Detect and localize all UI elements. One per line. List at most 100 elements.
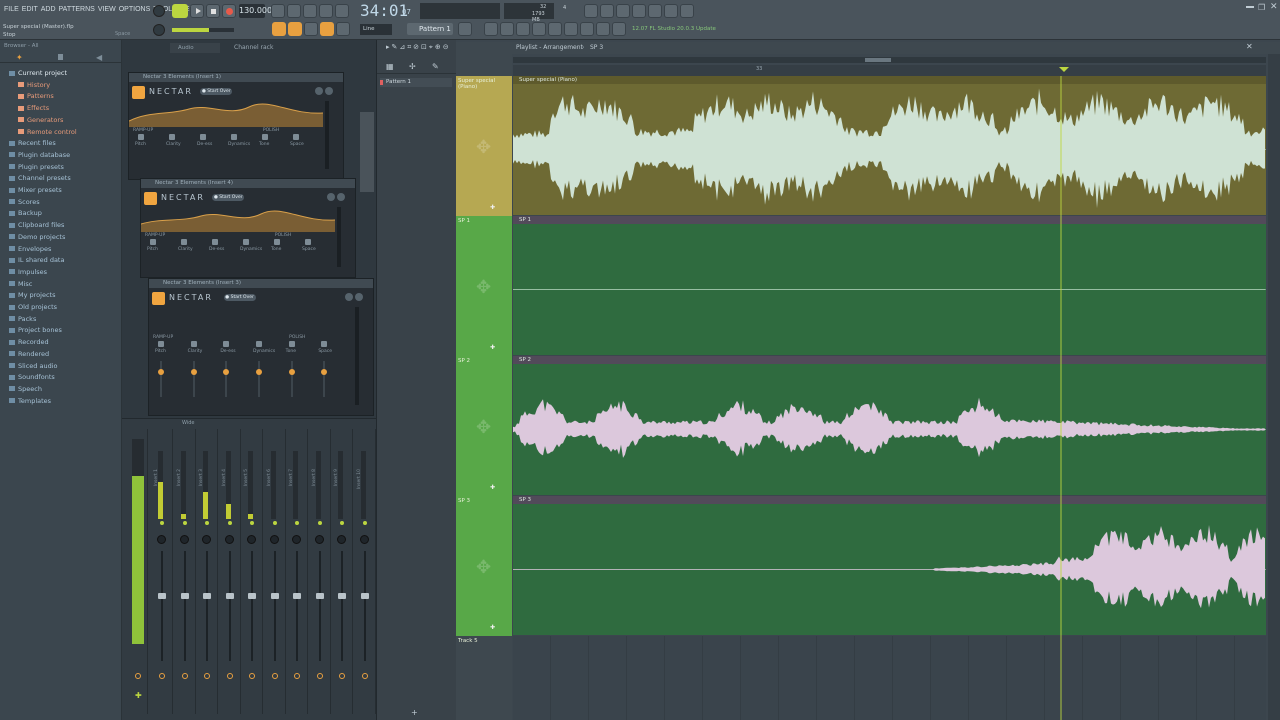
mute-toggle[interactable]	[227, 521, 232, 525]
playlist-close-icon[interactable]: ✕	[1246, 42, 1253, 51]
module-icon[interactable]	[231, 134, 237, 140]
browser-item[interactable]: My projects	[9, 291, 55, 299]
track-header[interactable]: SP 3 ✥ ✚	[456, 496, 512, 636]
mixer-track[interactable]: Insert 9	[332, 429, 353, 714]
pattern-item[interactable]: Pattern 1	[380, 78, 452, 87]
toolbar-button-7[interactable]	[680, 4, 694, 18]
module-slider-thumb[interactable]	[288, 369, 295, 375]
module-slider-thumb[interactable]	[190, 369, 197, 375]
module-icon[interactable]	[169, 134, 175, 140]
volume-fader[interactable]	[293, 593, 301, 599]
volume-fader[interactable]	[315, 593, 324, 599]
audio-clip[interactable]	[513, 504, 1266, 635]
browser-item[interactable]: Recent files	[9, 139, 56, 147]
module-icon[interactable]	[212, 239, 218, 245]
browser-item[interactable]: History	[18, 81, 50, 89]
mute-toggle[interactable]	[295, 521, 299, 525]
browser-item[interactable]: Soundfonts	[9, 373, 55, 381]
plugin-picker-button[interactable]	[548, 22, 562, 36]
plugin-settings-icon[interactable]	[315, 87, 323, 95]
module-icon[interactable]	[150, 239, 156, 245]
start-over-button[interactable]: ● Start Over	[212, 194, 245, 201]
browser-item[interactable]: Current project	[9, 69, 67, 77]
browser-item[interactable]: Channel presets	[9, 174, 71, 182]
module-slider[interactable]	[160, 361, 162, 397]
mute-toggle[interactable]	[362, 521, 367, 525]
pattern-add-icon[interactable]: ✢	[409, 62, 416, 71]
render-button[interactable]	[612, 22, 626, 36]
nectar-plugin-window[interactable]: Nectar 3 Elements (Insert 1) NECTAR ● St…	[128, 72, 344, 180]
module-slider[interactable]	[290, 361, 293, 397]
channel-rack-button[interactable]	[516, 22, 530, 36]
minimize-icon[interactable]	[1246, 6, 1254, 8]
pan-knob[interactable]	[337, 535, 346, 544]
toolbar-button-6[interactable]	[664, 4, 678, 18]
module-slider-thumb[interactable]	[321, 369, 328, 375]
playlist-track[interactable]: Track 5	[456, 636, 1280, 720]
volume-fader[interactable]	[225, 593, 234, 599]
pan-knob[interactable]	[292, 535, 301, 544]
toolbar-button-2[interactable]	[600, 4, 614, 18]
browser-item[interactable]: Recorded	[9, 338, 49, 346]
pattern-plus-icon[interactable]: +	[411, 708, 418, 717]
volume-fader[interactable]	[203, 593, 211, 599]
browser-item[interactable]: Plugin database	[9, 151, 70, 159]
toolbar-button-1[interactable]	[584, 4, 598, 18]
mixer-track[interactable]: Insert 10	[355, 429, 376, 714]
module-icon[interactable]	[256, 341, 262, 347]
mute-toggle[interactable]	[340, 521, 344, 525]
module-icon[interactable]	[288, 341, 295, 347]
send-toggle[interactable]	[294, 673, 300, 679]
timeline-ruler[interactable]: 33	[513, 65, 1266, 76]
mixer-track[interactable]: Insert 2	[175, 429, 196, 714]
mute-toggle[interactable]	[250, 521, 254, 525]
orange-toggle-1[interactable]	[272, 22, 286, 36]
send-toggle[interactable]	[226, 673, 233, 679]
countdown-button[interactable]	[303, 4, 317, 18]
volume-fader[interactable]	[180, 593, 189, 599]
module-slider-thumb[interactable]	[158, 369, 164, 375]
browser-item[interactable]: Misc	[9, 280, 32, 288]
playlist-track[interactable]: Super special (Piano) ✥ ✚ Super special (P…	[456, 76, 1280, 216]
mute-toggle[interactable]	[182, 521, 187, 525]
clip-title[interactable]: SP 2	[513, 356, 1266, 364]
nectar-plugin-window[interactable]: Nectar 3 Elements (Insert 4) NECTAR ● St…	[140, 178, 356, 278]
browser-item[interactable]: Clipboard files	[9, 221, 64, 229]
mixer-track[interactable]: Insert 1	[152, 429, 173, 714]
empty-track-lane[interactable]	[513, 636, 1266, 720]
module-slider[interactable]	[192, 361, 195, 397]
mute-toggle[interactable]	[317, 521, 322, 525]
mixer-track[interactable]: Insert 8	[310, 429, 331, 714]
plugin-help-icon[interactable]	[325, 87, 333, 95]
pan-knob[interactable]	[269, 535, 279, 544]
pan-knob[interactable]	[202, 535, 211, 544]
mute-toggle[interactable]	[272, 521, 277, 525]
browser-item[interactable]: Mixer presets	[9, 186, 62, 194]
pat-song-toggle[interactable]	[172, 4, 188, 18]
browser-item[interactable]: Remote control	[18, 128, 77, 136]
toolbar-button-5[interactable]	[648, 4, 662, 18]
horizontal-scrollbar[interactable]	[513, 57, 1266, 63]
menu-view[interactable]: VIEW	[98, 6, 116, 13]
close-icon[interactable]: ✕	[1270, 2, 1278, 12]
pan-knob[interactable]	[314, 535, 324, 544]
stop-button[interactable]	[206, 4, 220, 18]
menu-patterns[interactable]: PATTERNS	[59, 6, 95, 13]
performance-button[interactable]	[596, 22, 610, 36]
pencil-tool-button[interactable]	[304, 22, 318, 36]
metronome-button[interactable]	[271, 4, 285, 18]
module-icon[interactable]	[158, 341, 164, 347]
browser-item[interactable]: Effects	[18, 104, 49, 112]
pan-knob[interactable]	[247, 535, 256, 544]
browser-item[interactable]: Templates	[9, 397, 51, 405]
mixer-track[interactable]: Insert 7	[287, 429, 308, 714]
track-header[interactable]: Super special (Piano) ✥ ✚	[456, 76, 512, 216]
module-slider[interactable]	[323, 361, 326, 397]
mixer-track[interactable]: Insert 5	[242, 429, 263, 714]
volume-fader[interactable]	[338, 593, 346, 599]
link-toggle[interactable]	[320, 22, 334, 36]
module-icon[interactable]	[262, 134, 268, 140]
module-icon[interactable]	[274, 239, 280, 245]
tempo-display[interactable]: 130.000	[239, 4, 272, 18]
browser-item[interactable]: Rendered	[9, 350, 49, 358]
